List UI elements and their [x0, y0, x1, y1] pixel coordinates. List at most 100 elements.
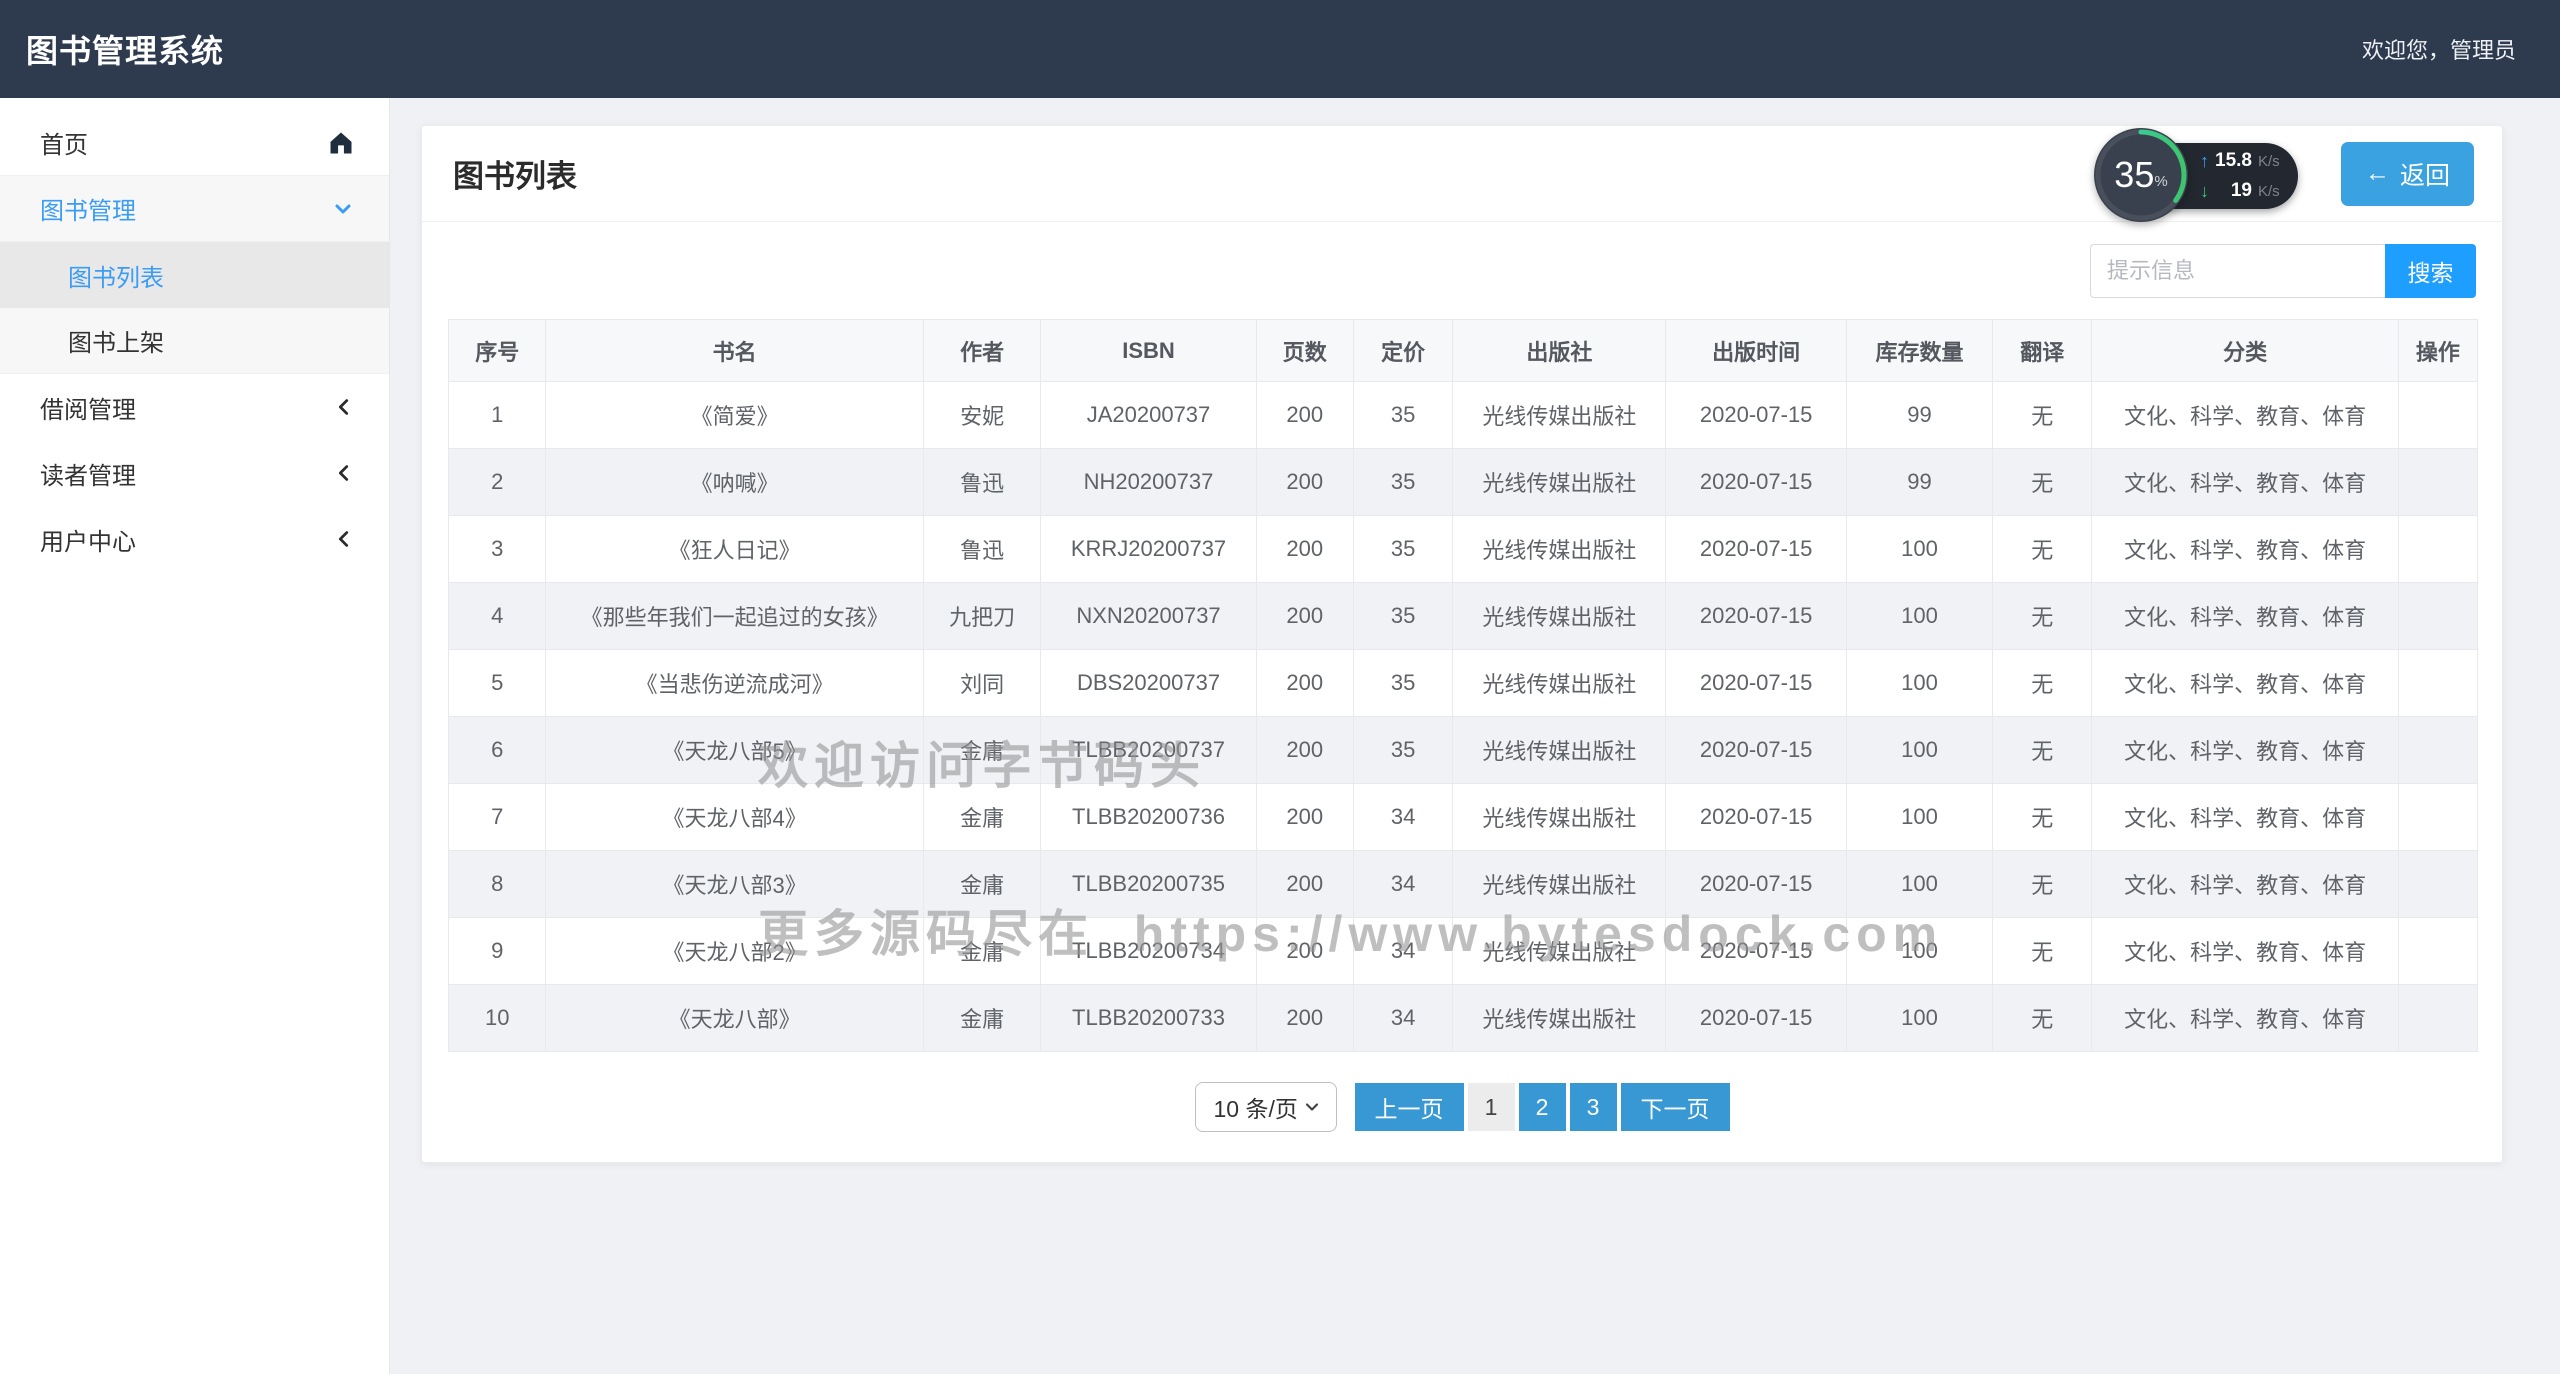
table-cell: 200	[1256, 918, 1353, 985]
table-cell: 2020-07-15	[1666, 449, 1847, 516]
table-cell: 无	[1993, 851, 2092, 918]
table-row: 3《狂人日记》鲁迅KRRJ2020073720035光线传媒出版社2020-07…	[449, 516, 2478, 583]
table-cell: 文化、科学、教育、体育	[2092, 918, 2398, 985]
table-cell: 光线传媒出版社	[1453, 851, 1666, 918]
sidebar-item-reader-management[interactable]: 读者管理	[0, 440, 389, 506]
column-header: 出版社	[1453, 320, 1666, 382]
table-cell: 《天龙八部3》	[546, 851, 923, 918]
table-cell: 《那些年我们一起追过的女孩》	[546, 583, 923, 650]
page-button-2[interactable]: 2	[1519, 1083, 1566, 1131]
table-cell: 35	[1353, 449, 1452, 516]
table-cell: 100	[1846, 650, 1992, 717]
sidebar: 首页 图书管理 图书列表 图书上架 借阅管理 读者管理 用户中心	[0, 98, 390, 1374]
table-cell: 无	[1993, 583, 2092, 650]
progress-circle: 35 %	[2094, 128, 2188, 222]
table-cell: 金庸	[923, 784, 1041, 851]
table-cell: 200	[1256, 516, 1353, 583]
table-cell: 光线传媒出版社	[1453, 516, 1666, 583]
table-cell: 《狂人日记》	[546, 516, 923, 583]
table-cell: 100	[1846, 918, 1992, 985]
sidebar-item-book-management[interactable]: 图书管理	[0, 176, 389, 242]
table-cell: 《天龙八部4》	[546, 784, 923, 851]
table-cell: 安妮	[923, 382, 1041, 449]
table-cell: 2020-07-15	[1666, 516, 1847, 583]
table-cell: 34	[1353, 784, 1452, 851]
table-cell: 金庸	[923, 717, 1041, 784]
table-cell: 文化、科学、教育、体育	[2092, 516, 2398, 583]
table-cell: 34	[1353, 851, 1452, 918]
download-speed-value: 19	[2231, 180, 2252, 202]
table-cell: TLBB20200737	[1041, 717, 1256, 784]
sidebar-item-label: 读者管理	[40, 456, 136, 491]
table-cell: 1	[449, 382, 546, 449]
table-cell: 光线传媒出版社	[1453, 650, 1666, 717]
chevron-left-icon	[333, 528, 355, 550]
sidebar-item-book-shelf[interactable]: 图书上架	[0, 308, 389, 374]
table-cell	[2398, 717, 2477, 784]
table-cell	[2398, 985, 2477, 1052]
table-cell: 200	[1256, 382, 1353, 449]
page-button-3[interactable]: 3	[1570, 1083, 1617, 1131]
sidebar-item-user-center[interactable]: 用户中心	[0, 506, 389, 572]
table-cell: 200	[1256, 784, 1353, 851]
download-speed-widget[interactable]: ↑ 15.8 K/s ↓ 19 K/s 35 %	[2094, 128, 2294, 224]
top-navbar: 图书管理系统 欢迎您，管理员	[0, 0, 2560, 98]
books-table: 序号书名作者ISBN页数定价出版社出版时间库存数量翻译分类操作 1《简爱》安妮J…	[448, 319, 2478, 1052]
page-button-1[interactable]: 1	[1468, 1083, 1515, 1131]
table-cell: 文化、科学、教育、体育	[2092, 717, 2398, 784]
table-row: 8《天龙八部3》金庸TLBB2020073520034光线传媒出版社2020-0…	[449, 851, 2478, 918]
table-cell: 34	[1353, 985, 1452, 1052]
sidebar-item-borrow-management[interactable]: 借阅管理	[0, 374, 389, 440]
table-cell: 光线传媒出版社	[1453, 449, 1666, 516]
search-input[interactable]	[2090, 244, 2385, 298]
table-row: 2《呐喊》鲁迅NH2020073720035光线传媒出版社2020-07-159…	[449, 449, 2478, 516]
table-cell: 2020-07-15	[1666, 382, 1847, 449]
table-cell: 刘同	[923, 650, 1041, 717]
page-title: 图书列表	[453, 151, 577, 196]
next-page-button[interactable]: 下一页	[1621, 1083, 1730, 1131]
table-cell: 金庸	[923, 918, 1041, 985]
table-cell: 99	[1846, 449, 1992, 516]
table-cell: 8	[449, 851, 546, 918]
sidebar-item-label: 图书列表	[68, 258, 164, 293]
table-cell: 100	[1846, 784, 1992, 851]
column-header: 定价	[1353, 320, 1452, 382]
table-cell: TLBB20200734	[1041, 918, 1256, 985]
table-cell: JA20200737	[1041, 382, 1256, 449]
search-button[interactable]: 搜索	[2385, 244, 2476, 298]
column-header: 分类	[2092, 320, 2398, 382]
progress-ring	[2094, 128, 2188, 222]
download-speed-row: ↓ 19 K/s	[2200, 180, 2280, 202]
table-cell	[2398, 851, 2477, 918]
back-button[interactable]: ← 返回	[2341, 142, 2474, 206]
table-cell: 35	[1353, 650, 1452, 717]
table-cell: 金庸	[923, 985, 1041, 1052]
table-cell: 无	[1993, 918, 2092, 985]
table-cell: TLBB20200736	[1041, 784, 1256, 851]
chevron-left-icon	[333, 462, 355, 484]
prev-page-button[interactable]: 上一页	[1355, 1083, 1464, 1131]
column-header: ISBN	[1041, 320, 1256, 382]
table-cell: 100	[1846, 851, 1992, 918]
column-header: 作者	[923, 320, 1041, 382]
back-arrow-icon: ←	[2365, 159, 2390, 188]
table-cell: 2020-07-15	[1666, 784, 1847, 851]
table-cell: 35	[1353, 382, 1452, 449]
download-arrow-icon: ↓	[2200, 181, 2209, 202]
table-row: 1《简爱》安妮JA2020073720035光线传媒出版社2020-07-159…	[449, 382, 2478, 449]
sidebar-item-label: 借阅管理	[40, 390, 136, 425]
table-cell: 2020-07-15	[1666, 583, 1847, 650]
sidebar-item-label: 用户中心	[40, 522, 136, 557]
sidebar-item-label: 图书管理	[40, 191, 136, 226]
chevron-down-icon	[1302, 1097, 1322, 1117]
table-row: 10《天龙八部》金庸TLBB2020073320034光线传媒出版社2020-0…	[449, 985, 2478, 1052]
page-size-select[interactable]: 10 条/页	[1195, 1082, 1337, 1132]
table-cell: 100	[1846, 985, 1992, 1052]
table-cell: 10	[449, 985, 546, 1052]
sidebar-item-book-list[interactable]: 图书列表	[0, 242, 389, 308]
sidebar-item-home[interactable]: 首页	[0, 110, 389, 176]
upload-arrow-icon: ↑	[2200, 151, 2209, 172]
column-header: 操作	[2398, 320, 2477, 382]
search-toolbar: 搜索	[448, 244, 2476, 298]
table-cell: 2	[449, 449, 546, 516]
